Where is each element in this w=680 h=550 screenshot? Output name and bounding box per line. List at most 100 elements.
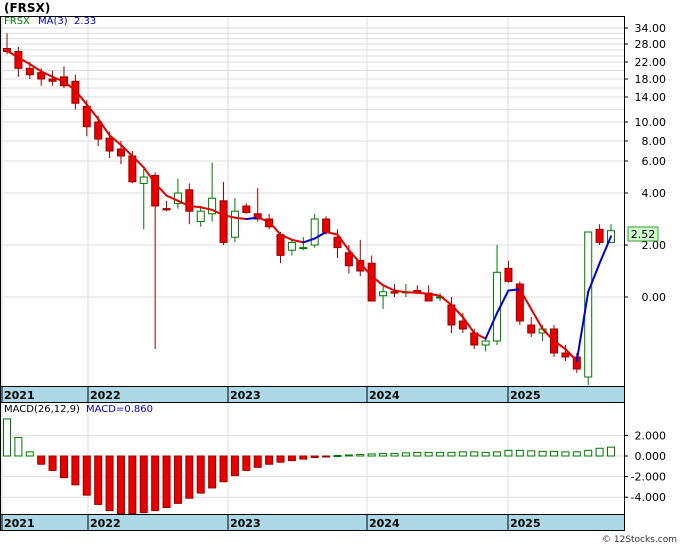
candle-body (106, 138, 113, 151)
macd-bar (60, 456, 67, 478)
macd-bar (220, 456, 227, 482)
macd-legend-label: MACD(26,12,9) (4, 404, 80, 415)
macd-bar (83, 456, 90, 495)
year-label: 2021 (4, 517, 35, 530)
macd-bar (482, 452, 489, 456)
macd-bar (437, 452, 444, 456)
macd-bar (414, 452, 421, 456)
macd-bar (585, 450, 592, 456)
year-label: 2022 (90, 389, 121, 402)
macd-bar (323, 456, 330, 457)
candle-body (288, 242, 295, 250)
ma-segment (235, 218, 246, 219)
price-candle (163, 201, 170, 211)
ma-segment (508, 289, 519, 290)
candle-body (311, 219, 318, 245)
candle-body (117, 149, 124, 156)
candle-body (300, 248, 307, 249)
macd-bar (551, 451, 558, 456)
year-label: 2025 (510, 389, 541, 402)
price-candle (209, 163, 216, 222)
macd-bar (459, 452, 466, 456)
year-label: 2022 (90, 517, 121, 530)
macd-bar (26, 452, 33, 456)
candle-body (220, 201, 227, 243)
candle-body (323, 219, 330, 232)
macd-bar (345, 455, 352, 456)
macd-bar (197, 456, 204, 493)
macd-tick-label: -4.000 (631, 491, 666, 504)
ma-segment (326, 232, 337, 235)
macd-bar (573, 452, 580, 456)
ticker-title: (FRSX) (4, 1, 50, 15)
year-label: 2024 (369, 517, 400, 530)
price-candle (402, 284, 409, 297)
price-tick-label: 6.00 (642, 155, 667, 168)
macd-bar (334, 455, 341, 456)
macd-bar (505, 450, 512, 456)
macd-bar (562, 452, 569, 456)
year-label: 2025 (510, 517, 541, 530)
macd-bar (266, 456, 273, 464)
ma-segment (189, 206, 200, 207)
year-label: 2021 (4, 389, 35, 402)
price-candle (243, 203, 250, 213)
macd-bars (4, 419, 615, 514)
macd-tick-label: 2.000 (635, 429, 667, 442)
candle-body (277, 235, 284, 256)
ma-segment (417, 293, 428, 294)
candle-body (49, 79, 56, 81)
macd-bar (152, 456, 159, 511)
macd-bar (243, 456, 250, 470)
price-candle (311, 214, 318, 248)
macd-bar (117, 456, 124, 514)
price-tick-label: 14.00 (635, 91, 667, 104)
macd-bar (288, 456, 295, 461)
macd-bar (357, 454, 364, 456)
macd-bar (277, 456, 284, 462)
macd-bar (391, 453, 398, 456)
price-tick-label: 28.00 (635, 38, 667, 51)
legend-ma-value: 2.33 (74, 16, 96, 27)
macd-bar (494, 452, 501, 456)
candle-body (197, 211, 204, 221)
macd-bar (425, 452, 432, 456)
price-candle (231, 198, 238, 242)
macd-bar (72, 456, 79, 485)
macd-bar (528, 451, 535, 456)
macd-bar (15, 437, 22, 456)
macd-legend-value: MACD=0.860 (86, 404, 153, 415)
candle-body (243, 206, 250, 213)
price-candle (197, 206, 204, 227)
price-candle (380, 287, 387, 309)
macd-bar (380, 453, 387, 456)
watermark: © 12Stocks.com (602, 535, 677, 545)
macd-bar (186, 456, 193, 498)
price-axis: 34.0028.0022.0018.0014.0010.008.006.004.… (624, 22, 666, 304)
candle-body (140, 177, 147, 183)
macd-bar (516, 450, 523, 456)
price-tick-label: 10.00 (635, 116, 667, 129)
macd-bar (402, 453, 409, 456)
macd-bar (596, 448, 603, 456)
legend-ma-label: MA(3) (38, 16, 68, 27)
candle-body (391, 292, 398, 293)
price-tick-label: 34.00 (635, 22, 667, 35)
price-candles (4, 33, 615, 385)
price-candle (174, 179, 181, 209)
chart-labels: (FRSX) FRSX MA(3) 2.33 MACD(26,12,9) MAC… (4, 1, 677, 545)
price-candle (528, 317, 535, 337)
macd-bar (300, 456, 307, 459)
macd-bar (231, 456, 238, 476)
candle-body (129, 156, 136, 182)
macd-bar (38, 456, 45, 464)
price-candle (15, 47, 22, 77)
ma-segment (246, 218, 257, 219)
macd-tick-label: 0.000 (635, 450, 667, 463)
candle-body (26, 68, 33, 74)
candle-body (83, 106, 90, 126)
candle-body (380, 292, 387, 296)
macd-bar (608, 447, 615, 456)
candle-body (528, 325, 535, 333)
macd-bar (129, 456, 136, 514)
